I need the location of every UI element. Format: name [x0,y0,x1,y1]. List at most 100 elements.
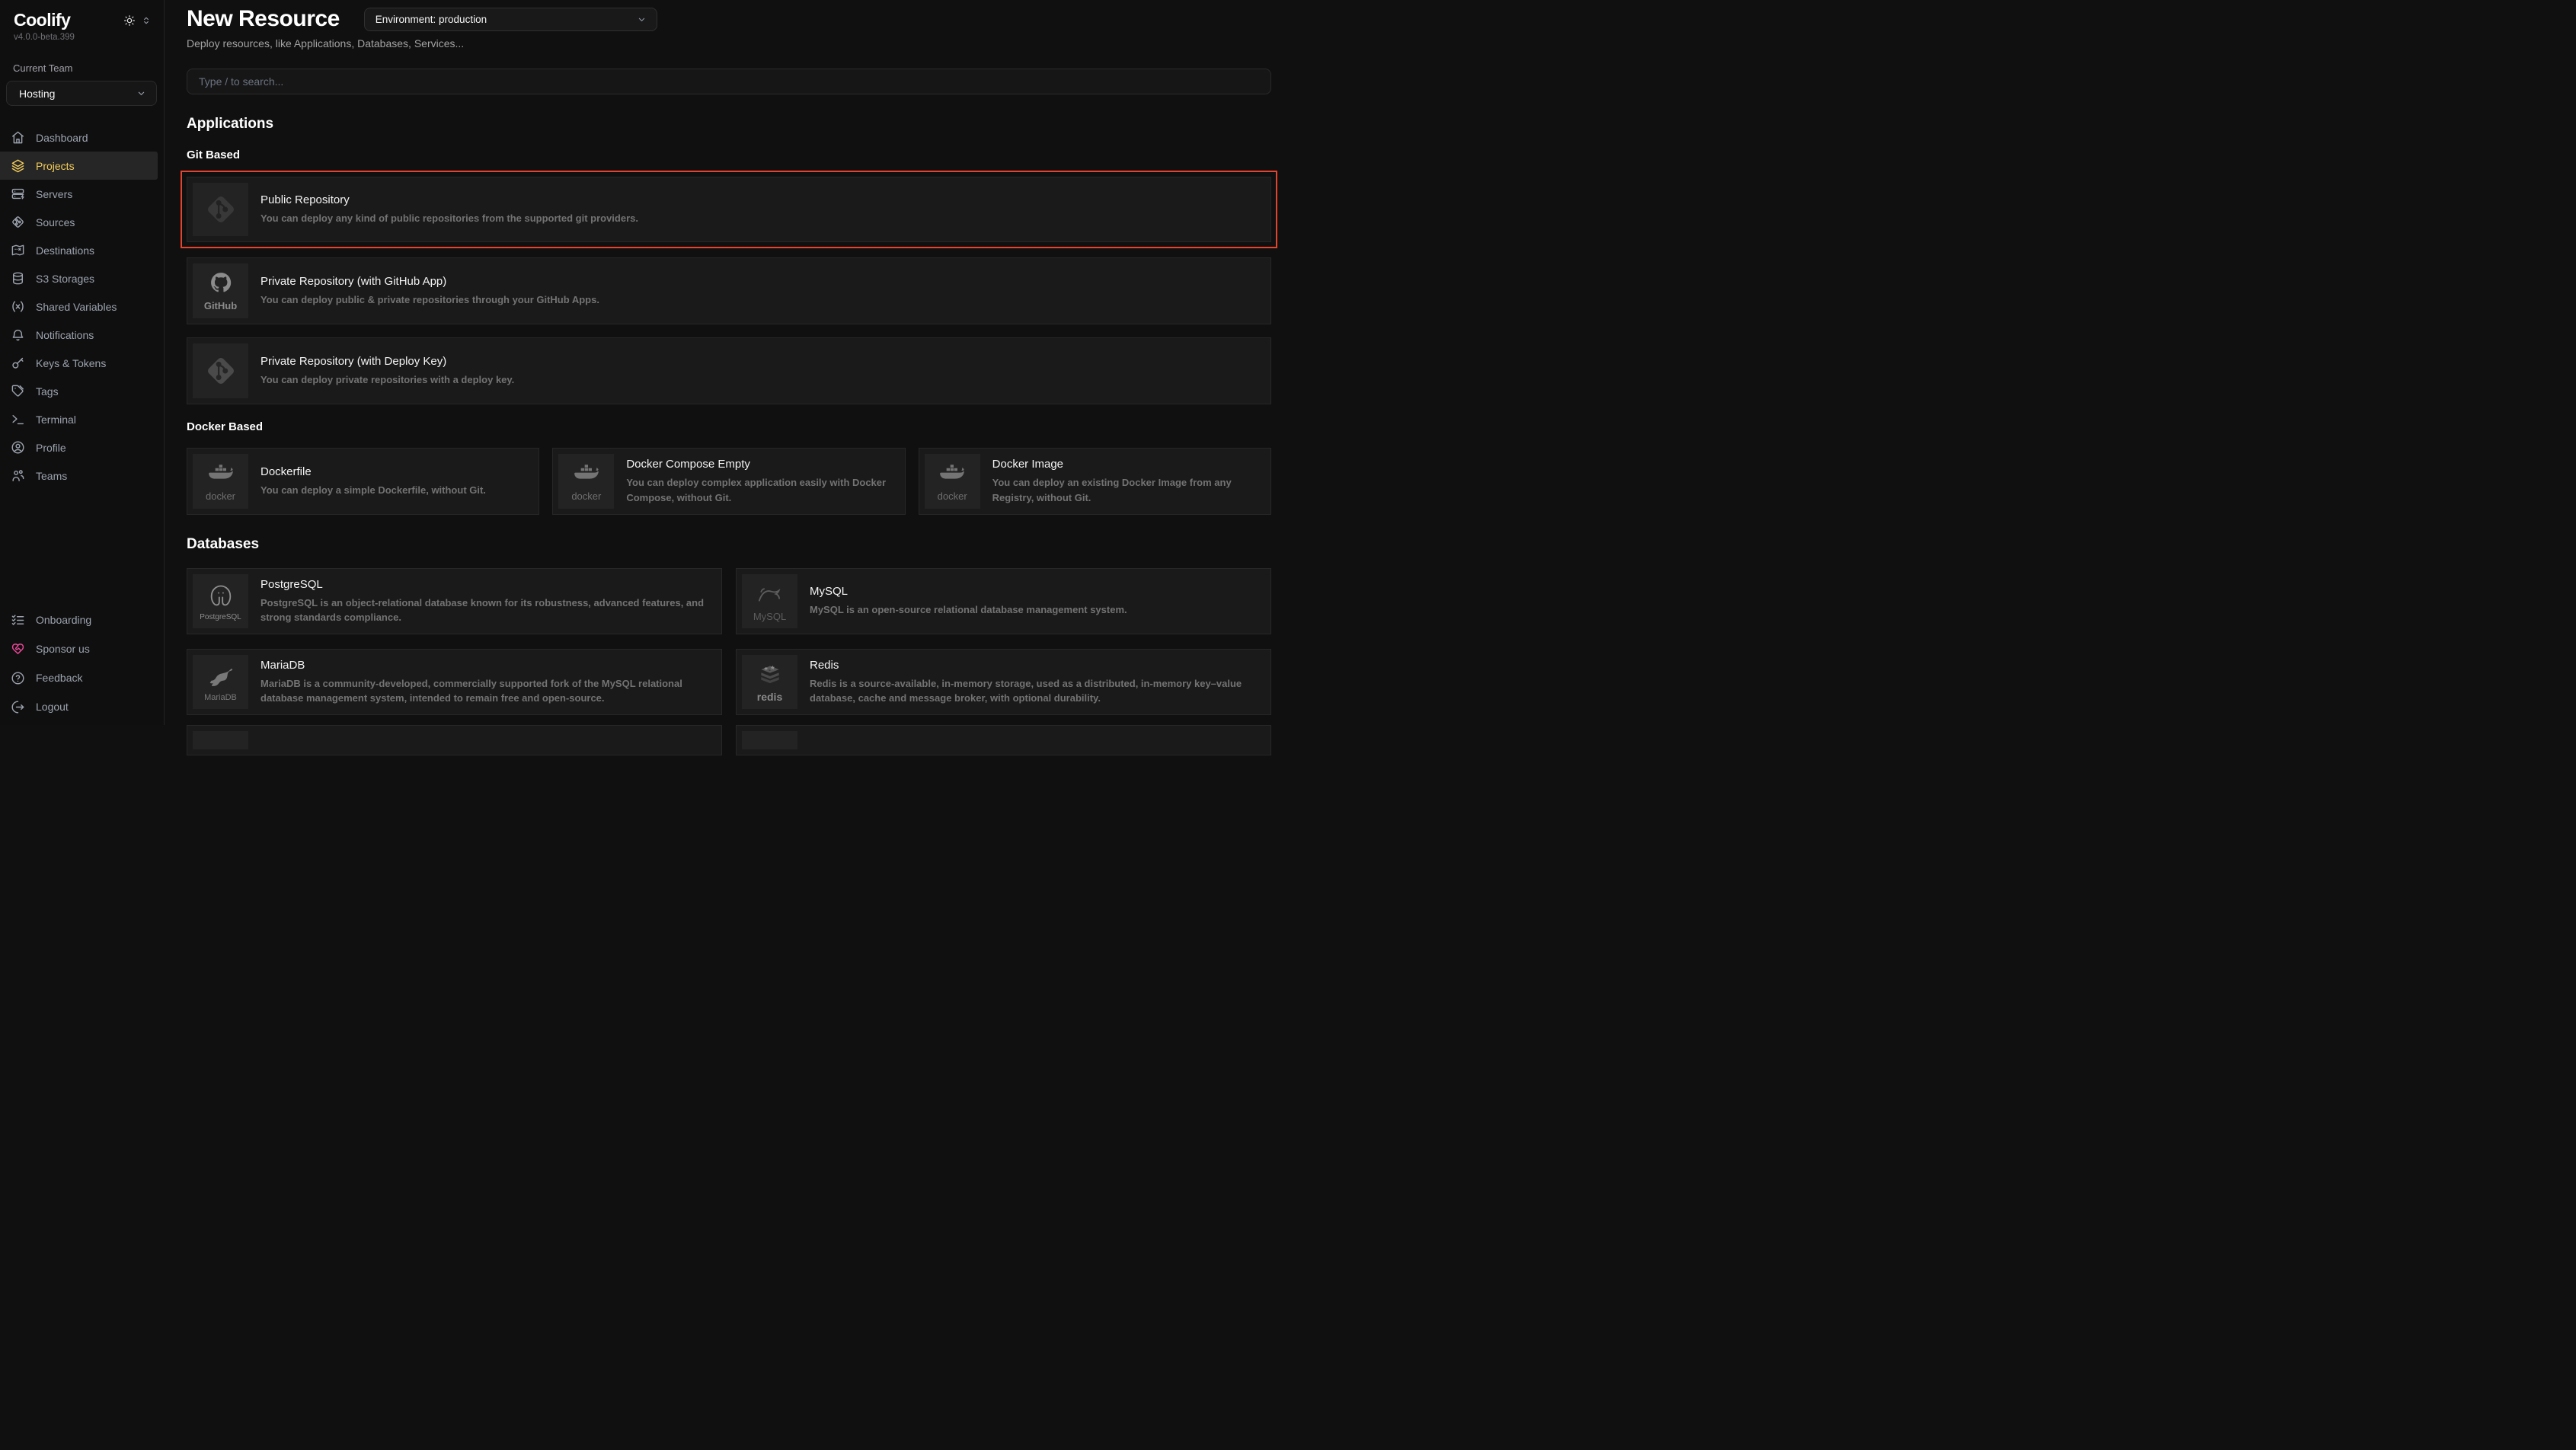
git-diamond-icon [11,215,25,229]
sidebar-item-dashboard[interactable]: Dashboard [0,123,164,152]
card-title: Private Repository (with GitHub App) [260,275,599,288]
sidebar-item-tags[interactable]: Tags [0,377,164,405]
sidebar-item-label: Onboarding [36,614,91,626]
sidebar-item-destinations[interactable]: Destinations [0,236,164,264]
redis-wordmark: redis [757,691,782,703]
docker-icon [206,460,236,490]
sidebar-item-onboarding[interactable]: Onboarding [0,605,157,634]
sidebar-item-servers[interactable]: Servers [0,180,164,208]
sidebar-item-projects[interactable]: Projects [0,152,158,180]
card-icon-box: MySQL [742,574,797,628]
card-description: You can deploy an existing Docker Image … [992,475,1255,505]
github-icon [206,270,236,300]
mysql-wordmark: MySQL [753,612,786,622]
sidebar-item-label: Logout [36,701,69,713]
redis-icon [755,660,785,691]
card-mysql[interactable]: MySQL MySQL MySQL is an open-source rela… [736,568,1271,634]
card-icon-box: docker [925,454,980,509]
card-description: You can deploy private repositories with… [260,372,514,388]
docker-icon [937,460,967,490]
card-docker-image[interactable]: docker Docker Image You can deploy an ex… [919,448,1271,515]
sidebar-item-shared-variables[interactable]: Shared Variables [0,292,164,321]
team-select[interactable]: Hosting [6,81,157,106]
sidebar: Coolify v4.0.0-beta.399 Current Team Hos… [0,0,165,725]
partial-card[interactable] [187,725,722,755]
home-icon [11,130,25,145]
card-mariadb[interactable]: MariaDB MariaDB MariaDB is a community-d… [187,649,722,715]
tag-icon [11,384,25,398]
brand-row: Coolify [0,0,164,30]
sidebar-item-label: Profile [36,442,66,454]
bell-icon [11,327,25,342]
card-docker-compose-empty[interactable]: docker Docker Compose Empty You can depl… [552,448,905,515]
app-version: v4.0.0-beta.399 [0,33,164,42]
team-select-value: Hosting [19,88,55,100]
card-description: You can deploy complex application easil… [626,475,889,505]
key-icon [11,356,25,370]
map-icon [11,243,25,257]
terminal-icon [11,412,25,426]
heart-handshake-icon [11,642,25,656]
card-description: You can deploy any kind of public reposi… [260,211,638,226]
logout-icon [11,700,25,714]
card-private-repository-deploy-key[interactable]: Private Repository (with Deploy Key) You… [187,337,1271,404]
card-postgresql[interactable]: PostgreSQL PostgreSQL PostgreSQL is an o… [187,568,722,634]
mariadb-wordmark: MariaDB [204,693,237,702]
subsection-title-git-based: Git Based [187,149,1271,161]
sidebar-item-terminal[interactable]: Terminal [0,405,164,433]
card-description: You can deploy public & private reposito… [260,292,599,308]
sidebar-item-keys-tokens[interactable]: Keys & Tokens [0,349,164,377]
card-description: You can deploy a simple Dockerfile, with… [260,483,486,498]
mysql-icon [755,580,785,611]
chevrons-up-down-icon[interactable] [141,15,152,26]
sidebar-nav: Dashboard Projects Servers Sources Desti… [0,123,164,490]
partial-card[interactable] [736,725,1271,755]
chevron-down-icon [636,14,647,25]
git-icon [203,353,238,388]
card-title: Docker Compose Empty [626,458,889,471]
partial-card-row [187,725,1271,755]
card-description: PostgreSQL is an object-relational datab… [260,596,706,625]
environment-select[interactable]: Environment: production [364,8,657,31]
card-dockerfile[interactable]: docker Dockerfile You can deploy a simpl… [187,448,539,515]
page-subtitle: Deploy resources, like Applications, Dat… [187,37,1271,50]
sidebar-item-notifications[interactable]: Notifications [0,321,164,349]
sidebar-item-sponsor-us[interactable]: Sponsor us [0,634,157,663]
docker-icon [571,460,602,490]
sidebar-item-label: Keys & Tokens [36,357,106,369]
checklist-icon [11,613,25,628]
sidebar-item-feedback[interactable]: Feedback [0,663,157,692]
sidebar-item-label: Teams [36,470,67,482]
docker-wordmark: docker [571,491,601,502]
sidebar-item-label: Tags [36,385,59,398]
search-input[interactable] [187,69,1271,94]
card-title: MySQL [810,585,1127,598]
layers-icon [11,158,25,173]
theme-sun-icon[interactable] [123,14,136,27]
server-icon [11,187,25,201]
card-icon-box [193,343,248,398]
card-icon-box [742,731,797,749]
sidebar-item-label: Dashboard [36,132,88,144]
sidebar-item-logout[interactable]: Logout [0,692,157,721]
card-title: Public Repository [260,193,638,206]
card-icon-box: redis [742,655,797,709]
sidebar-item-profile[interactable]: Profile [0,433,164,462]
card-title: Docker Image [992,458,1255,471]
card-private-repository-github-app[interactable]: GitHub Private Repository (with GitHub A… [187,257,1271,324]
sidebar-item-sources[interactable]: Sources [0,208,164,236]
card-redis[interactable]: redis Redis Redis is a source-available,… [736,649,1271,715]
current-team-label: Current Team [0,62,164,74]
card-description: Redis is a source-available, in-memory s… [810,676,1255,706]
card-public-repository[interactable]: Public Repository You can deploy any kin… [187,177,1271,242]
user-circle-icon [11,440,25,455]
sidebar-item-teams[interactable]: Teams [0,462,164,490]
card-icon-box: docker [193,454,248,509]
sidebar-item-s3-storages[interactable]: S3 Storages [0,264,164,292]
card-title: Dockerfile [260,465,486,478]
sidebar-footer: Onboarding Sponsor us Feedback Logout [0,605,157,721]
database-icon [11,271,25,286]
chevron-down-icon [136,88,147,99]
mariadb-icon [206,662,236,692]
card-title: MariaDB [260,659,706,672]
